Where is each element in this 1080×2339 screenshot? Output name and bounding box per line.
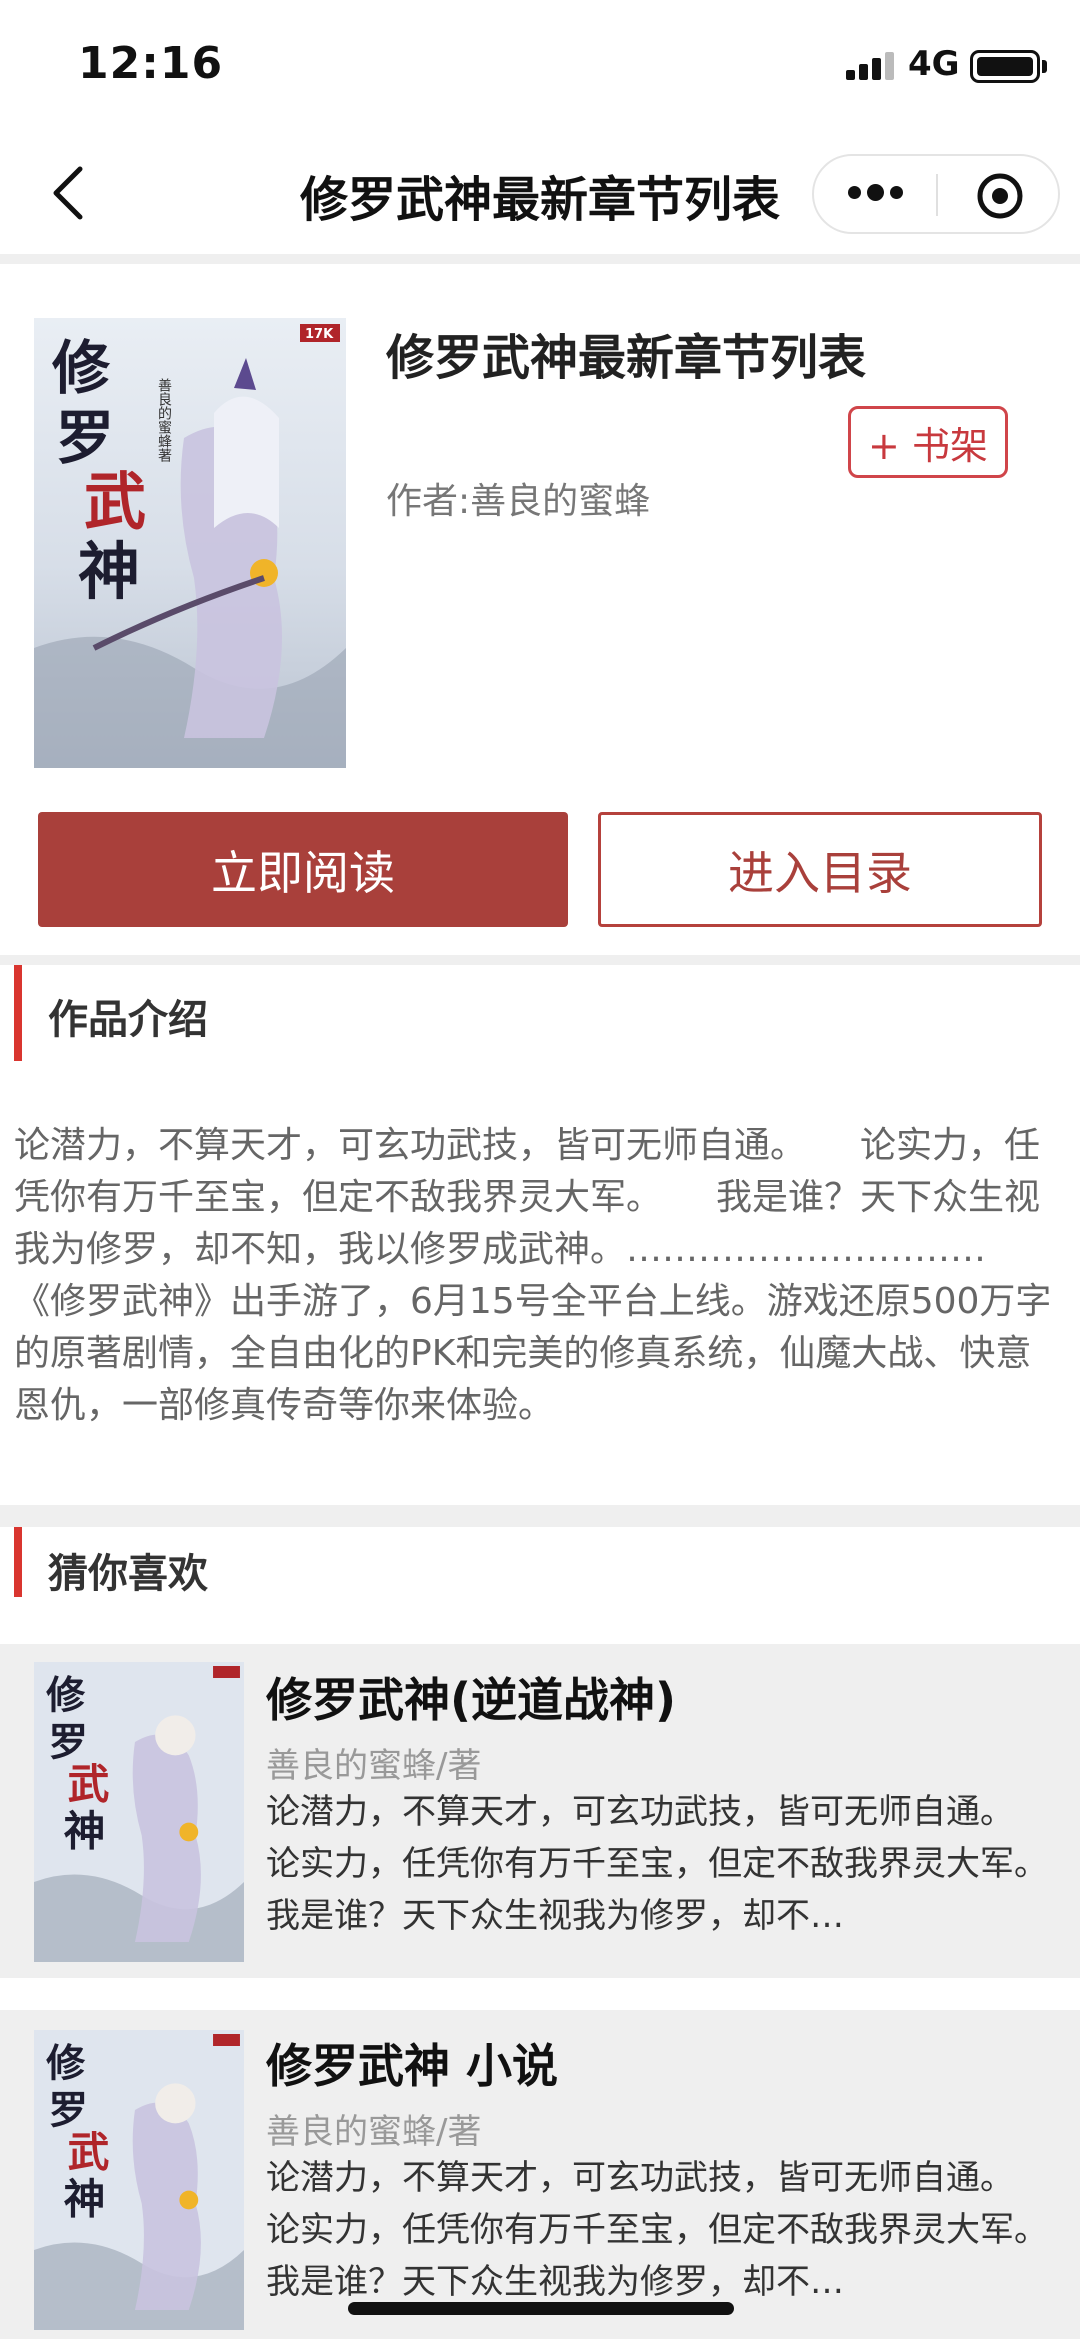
- list-item[interactable]: 修 罗 武 神 修罗武神 小说 善良的蜜蜂/著 论潜力，不算天才，可玄功武技，皆…: [0, 2010, 1080, 2339]
- section-accent-bar: [14, 1527, 22, 1597]
- svg-text:罗: 罗: [49, 2089, 88, 2134]
- page-title: 修罗武神最新章节列表: [299, 172, 780, 228]
- svg-text:神: 神: [78, 535, 140, 608]
- divider: [0, 955, 1080, 965]
- book-author: 作者:善良的蜜蜂: [386, 481, 651, 522]
- list-item[interactable]: 修 罗 武 神 修罗武神(逆道战神) 善良的蜜蜂/著 论潜力，不算天才，可玄功武…: [0, 1644, 1080, 1978]
- svg-text:神: 神: [64, 1807, 106, 1856]
- rec-title: 修罗武神(逆道战神): [266, 1673, 677, 1727]
- rec-author: 善良的蜜蜂/著: [266, 1746, 482, 1786]
- intro-text: 论潜力，不算天才，可玄功武技，皆可无师自通。 论实力，任凭你有万千至宝，但定不敌…: [14, 1125, 1059, 1426]
- book-cover: 修 罗 武 神: [34, 1662, 244, 1962]
- section-recommend-header: 猜你喜欢: [0, 1527, 1080, 1603]
- cover-art: 修 罗 武 神 善良的蜜蜂著 17K: [34, 318, 346, 768]
- svg-text:武: 武: [68, 2128, 110, 2177]
- signal-icon: [846, 50, 894, 80]
- target-circle-icon[interactable]: [976, 172, 1024, 220]
- svg-text:武: 武: [68, 1760, 110, 1809]
- svg-text:善良的蜜蜂著: 善良的蜜蜂著: [156, 378, 172, 462]
- svg-text:修: 修: [46, 1674, 85, 1719]
- divider: [0, 254, 1080, 264]
- svg-text:修: 修: [46, 2042, 85, 2087]
- rec-description: 论潜力，不算天才，可玄功武技，皆可无师自通。 论实力，任凭你有万千至宝，但定不敌…: [266, 2158, 1046, 2302]
- back-button[interactable]: [38, 160, 98, 226]
- add-to-shelf-button[interactable]: + 书架: [848, 406, 1008, 478]
- chevron-left-icon: [53, 166, 83, 220]
- divider: [0, 1505, 1080, 1527]
- status-bar: 12:16 4G: [0, 0, 1080, 130]
- book-cover[interactable]: 修 罗 武 神 善良的蜜蜂著 17K: [34, 318, 346, 768]
- svg-text:武: 武: [84, 465, 146, 538]
- status-time: 12:16: [78, 38, 224, 89]
- mini-program-capsule: [812, 154, 1060, 234]
- rec-author: 善良的蜜蜂/著: [266, 2112, 482, 2152]
- cover-art: 修 罗 武 神: [34, 2030, 244, 2330]
- nav-bar: 修罗武神最新章节列表: [0, 130, 1080, 255]
- network-type: 4G: [908, 44, 960, 84]
- capsule-divider: [936, 174, 938, 216]
- book-title: 修罗武神最新章节列表: [386, 330, 867, 386]
- svg-text:17K: 17K: [305, 327, 334, 342]
- more-dots-icon[interactable]: [848, 184, 903, 201]
- svg-text:神: 神: [64, 2175, 106, 2224]
- battery-cap: [1042, 60, 1047, 73]
- svg-text:修: 修: [52, 334, 111, 402]
- table-of-contents-button[interactable]: 进入目录: [598, 812, 1042, 927]
- home-indicator[interactable]: [348, 2302, 734, 2315]
- svg-text:罗: 罗: [56, 404, 114, 472]
- battery-icon: [970, 50, 1040, 83]
- cover-art: 修 罗 武 神: [34, 1662, 244, 1962]
- book-cover: 修 罗 武 神: [34, 2030, 244, 2330]
- rec-title: 修罗武神 小说: [266, 2039, 559, 2093]
- svg-text:罗: 罗: [49, 1721, 88, 1766]
- rec-description: 论潜力，不算天才，可玄功武技，皆可无师自通。 论实力，任凭你有万千至宝，但定不敌…: [266, 1792, 1046, 1936]
- section-accent-bar: [14, 965, 22, 1061]
- read-now-button[interactable]: 立即阅读: [38, 812, 568, 927]
- section-intro-header: 作品介绍: [0, 965, 1080, 1061]
- section-title: 猜你喜欢: [48, 1551, 208, 1597]
- section-title: 作品介绍: [48, 997, 208, 1043]
